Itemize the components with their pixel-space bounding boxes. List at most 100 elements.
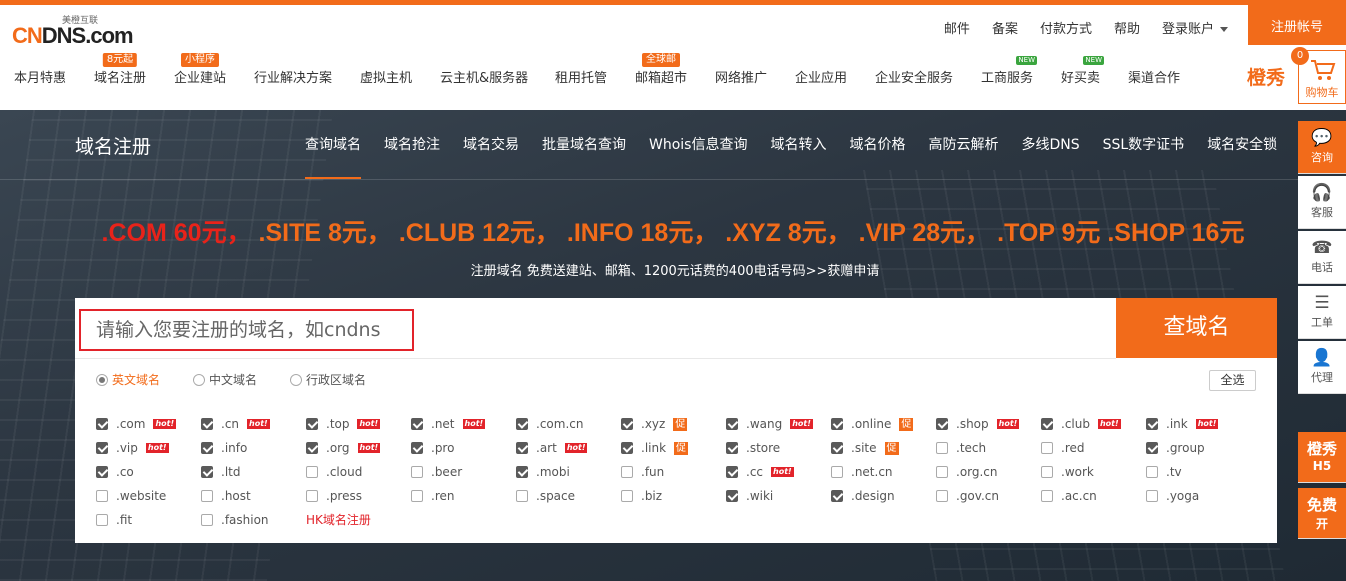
tld-option[interactable]: .org hot!	[306, 441, 381, 455]
nav-item[interactable]: 企业建站 小程序	[174, 53, 226, 86]
promo-subtitle[interactable]: 注册域名 免费送建站、邮箱、1200元话费的400电话号码>>获赠申请	[0, 260, 1346, 279]
select-all-button[interactable]: 全选	[1209, 370, 1256, 391]
tld-checkbox[interactable]	[1146, 442, 1158, 454]
tld-checkbox[interactable]	[1146, 466, 1158, 478]
tld-option[interactable]: .red	[1041, 441, 1084, 455]
tld-checkbox[interactable]	[726, 490, 738, 502]
nav-item[interactable]: 网络推广	[715, 67, 767, 86]
tld-checkbox[interactable]	[96, 514, 108, 526]
tld-option[interactable]: .shop hot!	[936, 417, 1020, 431]
tld-checkbox[interactable]	[516, 466, 528, 478]
tld-option[interactable]: .link 促	[621, 441, 689, 455]
subnav-tab[interactable]: 域名交易	[463, 134, 519, 154]
tld-checkbox[interactable]	[1146, 418, 1158, 430]
tld-option[interactable]: .group	[1146, 441, 1205, 455]
tld-option[interactable]: .org.cn	[936, 465, 998, 479]
tld-checkbox[interactable]	[516, 442, 528, 454]
tld-checkbox[interactable]	[96, 418, 108, 430]
tld-option[interactable]: .xyz 促	[621, 417, 688, 431]
subnav-tab[interactable]: 多线DNS	[1021, 134, 1079, 154]
subnav-tab[interactable]: 域名价格	[849, 134, 905, 154]
tld-option[interactable]: .press	[306, 489, 362, 503]
tld-option[interactable]: .info	[201, 441, 247, 455]
tld-option[interactable]: .ac.cn	[1041, 489, 1097, 503]
nav-item[interactable]: 邮箱超市 全球邮	[635, 53, 687, 86]
tld-checkbox[interactable]	[411, 490, 423, 502]
link-mail[interactable]: 邮件	[944, 18, 970, 37]
tld-checkbox[interactable]	[726, 466, 738, 478]
tld-checkbox[interactable]	[726, 442, 738, 454]
brand-logo[interactable]: 橙秀	[1247, 63, 1285, 90]
tld-option[interactable]: .net.cn	[831, 465, 893, 479]
tld-checkbox[interactable]	[411, 418, 423, 430]
radio-chinese-domain[interactable]: 中文域名	[193, 371, 257, 388]
sidebar-button[interactable]: ☎ 电话	[1298, 231, 1346, 284]
tld-checkbox[interactable]	[726, 418, 738, 430]
tld-option[interactable]: .work	[1041, 465, 1094, 479]
radio-english-domain[interactable]: 英文域名	[96, 371, 160, 388]
nav-item[interactable]: 行业解决方案	[254, 67, 332, 86]
nav-item[interactable]: 好买卖 NEW	[1061, 56, 1105, 86]
nav-item[interactable]: 域名注册 8元起	[94, 53, 146, 86]
nav-item[interactable]: 云主机&服务器	[440, 67, 528, 86]
tld-option[interactable]: .club hot!	[1041, 417, 1121, 431]
tld-checkbox[interactable]	[831, 442, 843, 454]
site-logo[interactable]: 美橙互联 CNDNS.com	[12, 13, 134, 49]
tld-option[interactable]: .wiki	[726, 489, 773, 503]
tld-option[interactable]: .cn hot!	[201, 417, 270, 431]
tld-option[interactable]: .wang hot!	[726, 417, 813, 431]
tld-checkbox[interactable]	[306, 418, 318, 430]
tld-checkbox[interactable]	[621, 418, 633, 430]
tld-option[interactable]: .fit	[96, 513, 132, 527]
tld-option[interactable]: .tv	[1146, 465, 1182, 479]
tld-checkbox[interactable]	[621, 490, 633, 502]
tld-checkbox[interactable]	[831, 466, 843, 478]
tld-option[interactable]: .fun	[621, 465, 664, 479]
tld-checkbox[interactable]	[936, 442, 948, 454]
tld-option[interactable]: .vip hot!	[96, 441, 169, 455]
tld-option[interactable]: .host	[201, 489, 251, 503]
tld-option[interactable]: .website	[96, 489, 166, 503]
tld-checkbox[interactable]	[201, 514, 213, 526]
radio-region-domain[interactable]: 行政区域名	[290, 371, 366, 388]
hk-domain-link[interactable]: HK域名注册	[306, 511, 371, 528]
tld-checkbox[interactable]	[201, 490, 213, 502]
tld-option[interactable]: .art hot!	[516, 441, 588, 455]
tld-checkbox[interactable]	[1041, 466, 1053, 478]
nav-item[interactable]: 虚拟主机	[360, 67, 412, 86]
tld-option[interactable]: .biz	[621, 489, 662, 503]
tld-option[interactable]: .ren	[411, 489, 454, 503]
nav-item[interactable]: 企业应用	[795, 67, 847, 86]
login-dropdown[interactable]: 登录账户	[1162, 18, 1228, 37]
tld-checkbox[interactable]	[411, 466, 423, 478]
tld-checkbox[interactable]	[1146, 490, 1158, 502]
tld-option[interactable]: .space	[516, 489, 575, 503]
tld-option[interactable]: .site 促	[831, 441, 899, 455]
subnav-tab[interactable]: 查询域名	[305, 134, 361, 179]
tld-checkbox[interactable]	[306, 490, 318, 502]
tld-option[interactable]: .online 促	[831, 417, 914, 431]
tld-option[interactable]: .pro	[411, 441, 454, 455]
subnav-tab[interactable]: SSL数字证书	[1103, 134, 1185, 154]
nav-item[interactable]: 工商服务 NEW	[981, 56, 1038, 86]
tld-checkbox[interactable]	[516, 418, 528, 430]
cart-button[interactable]: 0 购物车	[1291, 47, 1346, 104]
tld-option[interactable]: .ink hot!	[1146, 417, 1219, 431]
tld-checkbox[interactable]	[936, 466, 948, 478]
sidebar-button[interactable]: ☰ 工单	[1298, 286, 1346, 339]
tld-option[interactable]: .ltd	[201, 465, 240, 479]
tld-checkbox[interactable]	[936, 490, 948, 502]
nav-item[interactable]: 本月特惠	[14, 67, 66, 86]
tld-checkbox[interactable]	[201, 418, 213, 430]
tld-option[interactable]: .cc hot!	[726, 465, 794, 479]
subnav-tab[interactable]: 域名转入	[770, 134, 826, 154]
sidebar-promo-button[interactable]: 免费开	[1298, 488, 1346, 539]
tld-checkbox[interactable]	[1041, 418, 1053, 430]
tld-checkbox[interactable]	[936, 418, 948, 430]
tld-checkbox[interactable]	[96, 442, 108, 454]
subnav-tab[interactable]: 域名安全锁	[1207, 134, 1277, 154]
tld-checkbox[interactable]	[831, 490, 843, 502]
tld-option[interactable]: .gov.cn	[936, 489, 999, 503]
tld-option[interactable]: .beer	[411, 465, 462, 479]
nav-item[interactable]: 企业安全服务	[875, 67, 953, 86]
